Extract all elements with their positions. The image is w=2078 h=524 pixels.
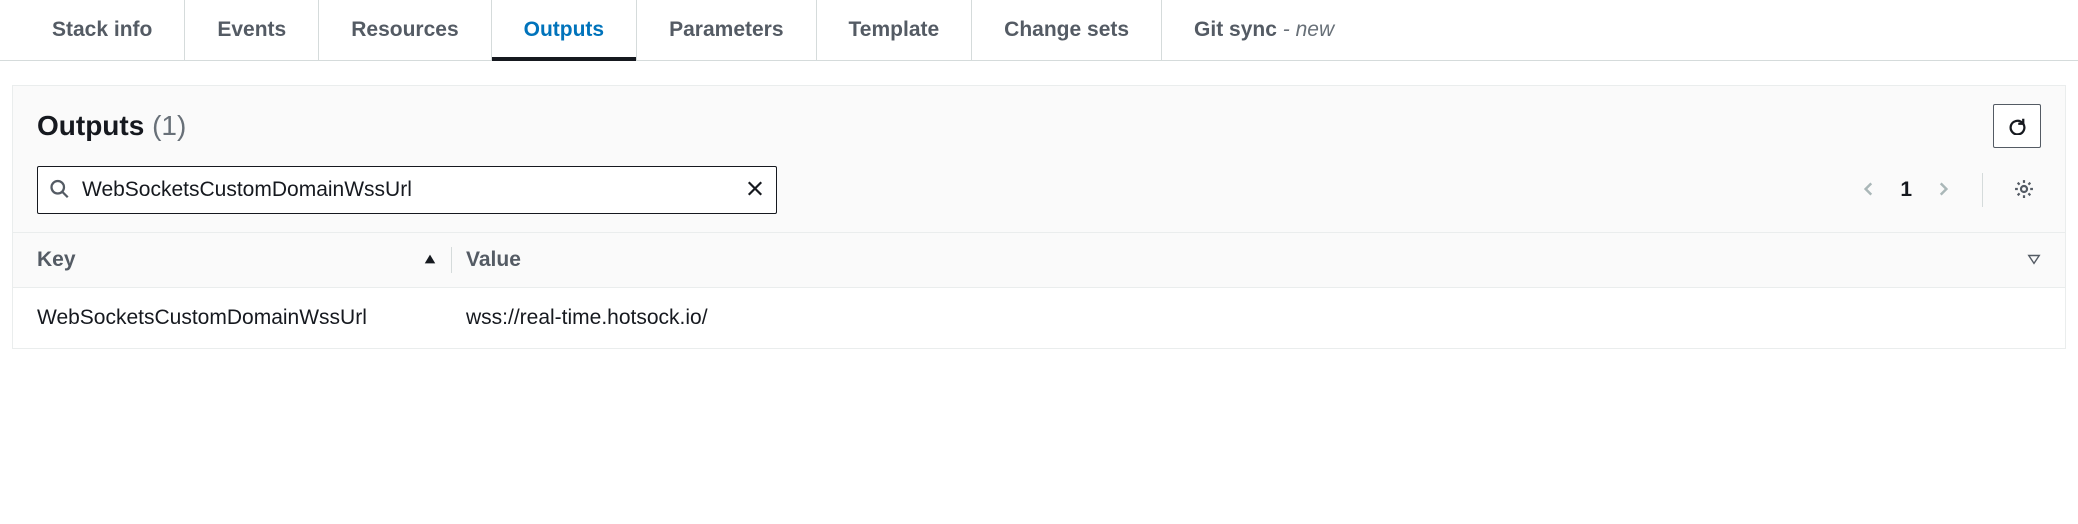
chevron-left-icon: [1860, 185, 1878, 201]
panel-header: Outputs (1): [13, 86, 2065, 158]
tab-git-sync[interactable]: Git sync - new: [1162, 0, 1366, 60]
column-header-value[interactable]: Value: [466, 248, 2027, 272]
toolbar: 1: [13, 158, 2065, 232]
tab-template[interactable]: Template: [817, 0, 973, 60]
triangle-down-icon: [2027, 253, 2041, 269]
tab-outputs[interactable]: Outputs: [492, 0, 637, 60]
table-settings-button[interactable]: [2007, 172, 2041, 209]
clear-search-button[interactable]: [745, 179, 765, 202]
tab-parameters[interactable]: Parameters: [637, 0, 816, 60]
chevron-right-icon: [1934, 185, 1952, 201]
gear-icon: [2013, 187, 2035, 203]
sort-asc-icon: [423, 248, 437, 272]
cell-value: wss://real-time.hotsock.io/: [466, 306, 2041, 330]
refresh-icon: [2007, 115, 2027, 138]
divider: [1982, 173, 1983, 207]
prev-page-button[interactable]: [1854, 174, 1884, 207]
page-number: 1: [1892, 178, 1920, 202]
column-preferences-button[interactable]: [2027, 252, 2041, 269]
tab-stack-info[interactable]: Stack info: [20, 0, 185, 60]
refresh-button[interactable]: [1993, 104, 2041, 148]
panel-count: (1): [152, 110, 186, 141]
cell-key: WebSocketsCustomDomainWssUrl: [37, 306, 437, 330]
tab-change-sets[interactable]: Change sets: [972, 0, 1162, 60]
column-header-key[interactable]: Key: [37, 248, 437, 272]
search-input[interactable]: [37, 166, 777, 214]
search-icon: [49, 179, 69, 202]
search-wrap: [37, 166, 777, 214]
tab-bar: Stack info Events Resources Outputs Para…: [0, 0, 2078, 61]
pagination: 1: [1854, 174, 1958, 207]
column-divider: [451, 247, 452, 273]
outputs-panel: Outputs (1): [12, 85, 2066, 349]
panel-title: Outputs (1): [37, 110, 186, 142]
tab-events[interactable]: Events: [185, 0, 319, 60]
tab-resources[interactable]: Resources: [319, 0, 491, 60]
next-page-button[interactable]: [1928, 174, 1958, 207]
table-row[interactable]: WebSocketsCustomDomainWssUrl wss://real-…: [13, 288, 2065, 348]
table-header: Key Value: [13, 232, 2065, 288]
